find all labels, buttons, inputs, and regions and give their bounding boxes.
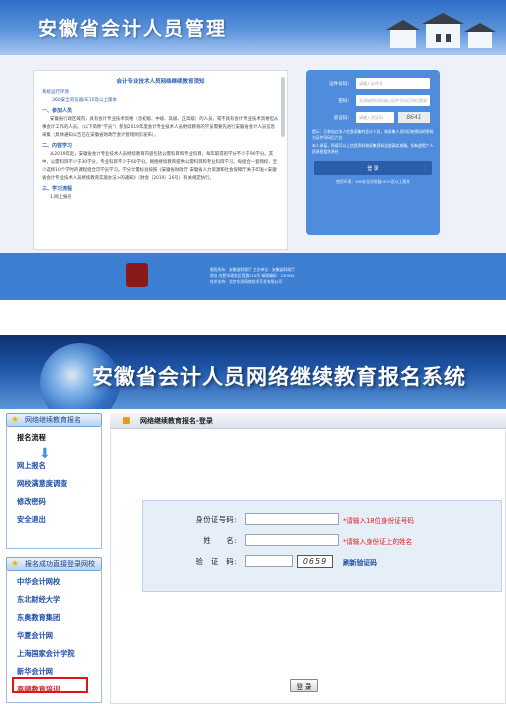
sidebar-item-process[interactable]: 报名流程 [17, 433, 101, 443]
star-icon: ★ [11, 559, 20, 569]
login-panel: 证件号码： 请输入证件号 密码： 无初始密码的请以证件号码后四位登录 验证码： … [306, 70, 440, 235]
top-footer: 版权所有：安徽省财政厅 主办单位：安徽省财政厅 地址:合肥市政务区西路218号 … [0, 253, 506, 300]
notice-title: 会计专业技术人员网络继续教育须知 [116, 79, 205, 85]
notice-link-browser[interactable]: 360安全浏览器/IE10及以上版本 [42, 97, 279, 105]
main-panel: ■ 网络继续教育报名-登录 身份证号码: *请输入18位身份证号码 姓 名: *… [110, 413, 506, 704]
highlight-box [12, 677, 88, 693]
notice-section-heading: 二、内容学习 [42, 143, 73, 149]
sidebar-school-item[interactable]: 华夏会计网 [17, 631, 101, 641]
sidebar-section-title: 网络继续教育报名 [25, 416, 81, 424]
sidebar-item-survey[interactable]: 网校满意度调查 [17, 479, 101, 489]
notice-section-heading: 三、学习流程 [42, 186, 73, 192]
sidebar-school-item[interactable]: 东奥教育集团 [17, 613, 101, 623]
bottom-banner: 安徽省会计人员网络继续教育报名系统 [0, 335, 506, 409]
login-form: 身份证号码: *请输入18位身份证号码 姓 名: *请输入身份证上的姓名 验 证… [142, 500, 502, 592]
form-login-button[interactable]: 登 录 [290, 679, 318, 692]
login-captcha-input[interactable]: 请输入验证码 [356, 112, 394, 123]
sidebar-item-logout[interactable]: 安全退出 [17, 515, 101, 525]
notice-section-heading: 一、参加人员 [42, 108, 73, 114]
footer-text: 版权所有：安徽省财政厅 主办单位：安徽省财政厅 地址:合肥市政务区西路218号 … [210, 267, 295, 285]
login-id-row: 证件号码： 请输入证件号 [312, 78, 434, 91]
sidebar-school-item[interactable]: 上海国家会计学院 [17, 649, 101, 659]
form-captcha-label: 验 证 码: [195, 557, 237, 566]
form-name-label: 姓 名: [203, 536, 237, 545]
form-id-input[interactable] [245, 513, 339, 525]
login-captcha-image[interactable]: 8641 [398, 112, 430, 123]
top-header: 安徽省会计人员管理 [0, 0, 506, 55]
sidebar-school-item[interactable]: 新华会计网 [17, 667, 101, 677]
form-name-row: 姓 名: *请输入身份证上的姓名 [143, 534, 503, 548]
notice-section-text: 安徽省行政区域内，具有会计专业技术资格（含初级、中级、高级、正高级）的人员，或不… [42, 117, 279, 138]
sidebar-school-item[interactable]: 中华会计网校 [17, 577, 101, 587]
login-id-label: 证件号码： [329, 82, 352, 87]
form-captcha-input[interactable] [245, 555, 293, 567]
folder-icon: ■ [122, 416, 131, 426]
notice-link-env[interactable]: 系统运行环境 [42, 89, 279, 97]
form-name-input[interactable] [245, 534, 339, 546]
form-id-hint: *请输入18位身份证号码 [343, 517, 415, 525]
login-password-row: 密码： 无初始密码的请以证件号码后四位登录 [312, 95, 434, 108]
emblem-logo [126, 263, 148, 287]
notice-scrollbar[interactable] [281, 77, 285, 137]
login-password-label: 密码： [338, 99, 352, 104]
top-screenshot: 安徽省会计人员管理 会计专业技术人员网络继续教育须知 系统运行环境 360安全浏… [0, 0, 506, 300]
form-id-row: 身份证号码: *请输入18位身份证号码 [143, 513, 503, 527]
sidebar-section-title: 报名成功直接登录网校 [25, 560, 95, 568]
login-captcha-row: 验证码： 请输入验证码 8641 [312, 112, 434, 125]
sidebar-school-item[interactable]: 东北财经大学 [17, 595, 101, 605]
login-password-input[interactable]: 无初始密码的请以证件号码后四位登录 [356, 95, 430, 106]
captcha-image[interactable]: 0659 [297, 555, 333, 568]
star-icon: ★ [11, 415, 20, 425]
left-sidebar: ★ 网络继续教育报名 报名流程 ⬇ 网上报名 网校满意度调查 修改密码 安全退出… [6, 413, 102, 704]
login-button[interactable]: 登 录 [314, 161, 432, 175]
refresh-captcha-link[interactable]: 刷新验证码 [343, 557, 377, 567]
bottom-banner-title: 安徽省会计人员网络继续教育报名系统 [92, 365, 466, 389]
login-id-input[interactable]: 请输入证件号 [356, 78, 430, 89]
footer-line: 技术支持：北京东润网络技术开发有限公司 [210, 279, 283, 284]
breadcrumb-text: 网络继续教育报名-登录 [140, 417, 213, 425]
sidebar-section-header: ★ 网络继续教育报名 [6, 413, 102, 427]
form-name-hint: *请输入身份证上的姓名 [343, 538, 413, 546]
login-agreement[interactable]: 本人承诺，所填写以上信息资料和采集资料全部真实准确，如有虚假个人愿承担相关责任 [312, 143, 434, 155]
arrow-down-icon: ⬇ [39, 446, 51, 462]
notice-section-text: 1.网上报名 [50, 195, 72, 200]
login-foot: 使用环境：360安全浏览器/IE10及以上版本 [336, 179, 410, 184]
sidebar-item-change-password[interactable]: 修改密码 [17, 497, 101, 507]
top-header-title: 安徽省会计人员管理 [38, 18, 228, 40]
village-illustration [386, 13, 496, 48]
sidebar-section-box: 报名流程 ⬇ 网上报名 网校满意度调查 修改密码 安全退出 [6, 427, 102, 549]
notice-section-text: 从2019年起，安徽省会计专业技术人员继续教育内容包括公需科目和专业科目，每年取… [42, 152, 278, 181]
form-id-label: 身份证号码: [195, 515, 237, 524]
sidebar-section-header: ★ 报名成功直接登录网校 [6, 557, 102, 571]
form-captcha-row: 验 证 码: 0659 刷新验证码 [143, 555, 503, 569]
sidebar-item-register[interactable]: 网上报名 [17, 461, 101, 471]
notice-panel[interactable]: 会计专业技术人员网络继续教育须知 系统运行环境 360安全浏览器/IE10及以上… [33, 70, 288, 250]
bottom-screenshot: 安徽省会计人员网络继续教育报名系统 ★ 网络继续教育报名 报名流程 ⬇ 网上报名… [0, 335, 506, 704]
breadcrumb: ■ 网络继续教育报名-登录 [110, 413, 506, 429]
login-note: 提示：已参加过本人信息采集的会计人员，按采集人员时初始密码的密码为证件号码后六位 [312, 129, 434, 140]
login-captcha-label: 验证码： [333, 116, 352, 121]
